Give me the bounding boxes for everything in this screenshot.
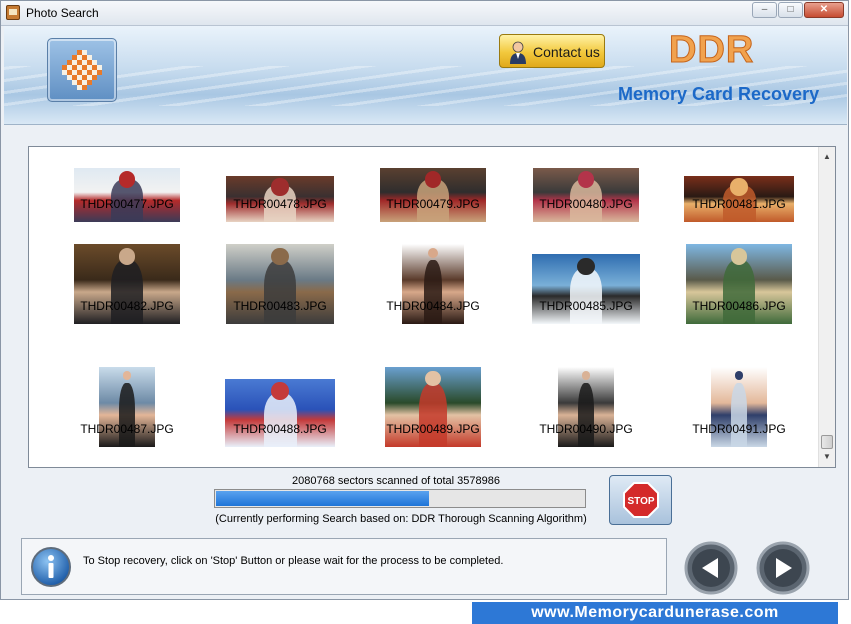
minimize-button[interactable]: – (752, 2, 777, 18)
photo-thumbnail[interactable]: THDR00485.JPG (511, 244, 661, 324)
photo-thumbnail[interactable]: THDR00484.JPG (358, 244, 508, 324)
photo-filename: THDR00479.JPG (386, 197, 480, 211)
photo-search-window: Photo Search – □ ✕ Contact us DDR Memory… (0, 0, 849, 600)
photo-image (532, 254, 640, 324)
photo-thumbnail[interactable]: THDR00481.JPG (664, 147, 814, 222)
photo-thumbnail[interactable]: THDR00488.JPG (205, 367, 355, 447)
title-bar[interactable]: Photo Search – □ ✕ (1, 1, 848, 26)
photo-thumbnail[interactable]: THDR00479.JPG (358, 147, 508, 222)
photo-thumbnail[interactable]: THDR00483.JPG (205, 244, 355, 324)
photo-thumbnail[interactable]: THDR00477.JPG (52, 147, 202, 222)
vertical-scrollbar[interactable]: ▲ ▼ (818, 147, 835, 467)
photo-filename: THDR00481.JPG (692, 197, 786, 211)
photo-filename: THDR00478.JPG (233, 197, 327, 211)
scan-status-panel: 2080768 sectors scanned of total 3578986… (21, 471, 841, 533)
stop-label: STOP (627, 496, 654, 507)
photo-image (380, 168, 486, 222)
app-icon (6, 5, 20, 20)
photo-filename: THDR00477.JPG (80, 197, 174, 211)
contact-us-button[interactable]: Contact us (499, 34, 605, 68)
close-button[interactable]: ✕ (804, 2, 844, 18)
photo-thumbnail[interactable]: THDR00480.JPG (511, 147, 661, 222)
photo-thumbnail[interactable]: THDR00486.JPG (664, 244, 814, 324)
photo-filename: THDR00482.JPG (80, 299, 174, 313)
sectors-scanned-text: 2080768 sectors scanned of total 3578986 (292, 475, 500, 487)
photo-filename: THDR00484.JPG (386, 299, 480, 313)
window-title: Photo Search (26, 6, 99, 20)
photo-image (74, 168, 180, 222)
photo-filename: THDR00489.JPG (386, 422, 480, 436)
photo-filename: THDR00485.JPG (539, 299, 633, 313)
checker-logo-icon (62, 50, 102, 90)
app-logo (47, 38, 117, 102)
scroll-down-arrow-icon[interactable]: ▼ (819, 449, 835, 465)
photo-filename: THDR00483.JPG (233, 299, 327, 313)
photo-filename: THDR00491.JPG (692, 422, 786, 436)
back-button[interactable] (684, 541, 738, 595)
footer-message-panel: To Stop recovery, click on 'Stop' Button… (21, 538, 667, 595)
info-icon (31, 547, 71, 587)
photo-thumbnail[interactable]: THDR00487.JPG (52, 367, 202, 447)
photo-thumbnail[interactable]: THDR00489.JPG (358, 367, 508, 447)
maximize-button[interactable]: □ (778, 2, 803, 18)
contact-us-label: Contact us (533, 44, 600, 60)
photo-filename: THDR00486.JPG (692, 299, 786, 313)
scan-progress-bar (214, 489, 586, 508)
stop-sign-icon: STOP (623, 482, 659, 518)
photo-filename: THDR00488.JPG (233, 422, 327, 436)
photo-image (225, 379, 335, 447)
stop-button[interactable]: STOP (609, 475, 672, 525)
photo-thumbnail[interactable]: THDR00490.JPG (511, 367, 661, 447)
window-controls: – □ ✕ (751, 2, 844, 18)
product-name: Memory Card Recovery (618, 84, 820, 104)
brand-logo: DDR (668, 29, 755, 72)
website-banner[interactable]: www.Memorycardunerase.com (472, 602, 838, 624)
scroll-up-arrow-icon[interactable]: ▲ (819, 149, 835, 165)
app-header: Contact us DDR Memory Card Recovery (4, 26, 847, 125)
scrollbar-thumb[interactable] (821, 435, 833, 449)
photo-filename: THDR00490.JPG (539, 422, 633, 436)
photo-thumbnail[interactable]: THDR00478.JPG (205, 147, 355, 222)
algorithm-text: (Currently performing Search based on: D… (215, 513, 587, 525)
photo-filename: THDR00487.JPG (80, 422, 174, 436)
photo-filename: THDR00480.JPG (539, 197, 633, 211)
next-button[interactable] (756, 541, 810, 595)
footer-message: To Stop recovery, click on 'Stop' Button… (83, 555, 504, 567)
person-icon (510, 41, 526, 64)
photo-thumbnail[interactable]: THDR00482.JPG (52, 244, 202, 324)
photo-gallery[interactable]: THDR00477.JPG THDR00478.JPG THDR00479.JPG T… (28, 146, 836, 468)
photo-image (533, 168, 639, 222)
photo-thumbnail[interactable]: THDR00491.JPG (664, 367, 814, 447)
progress-fill (216, 491, 429, 506)
